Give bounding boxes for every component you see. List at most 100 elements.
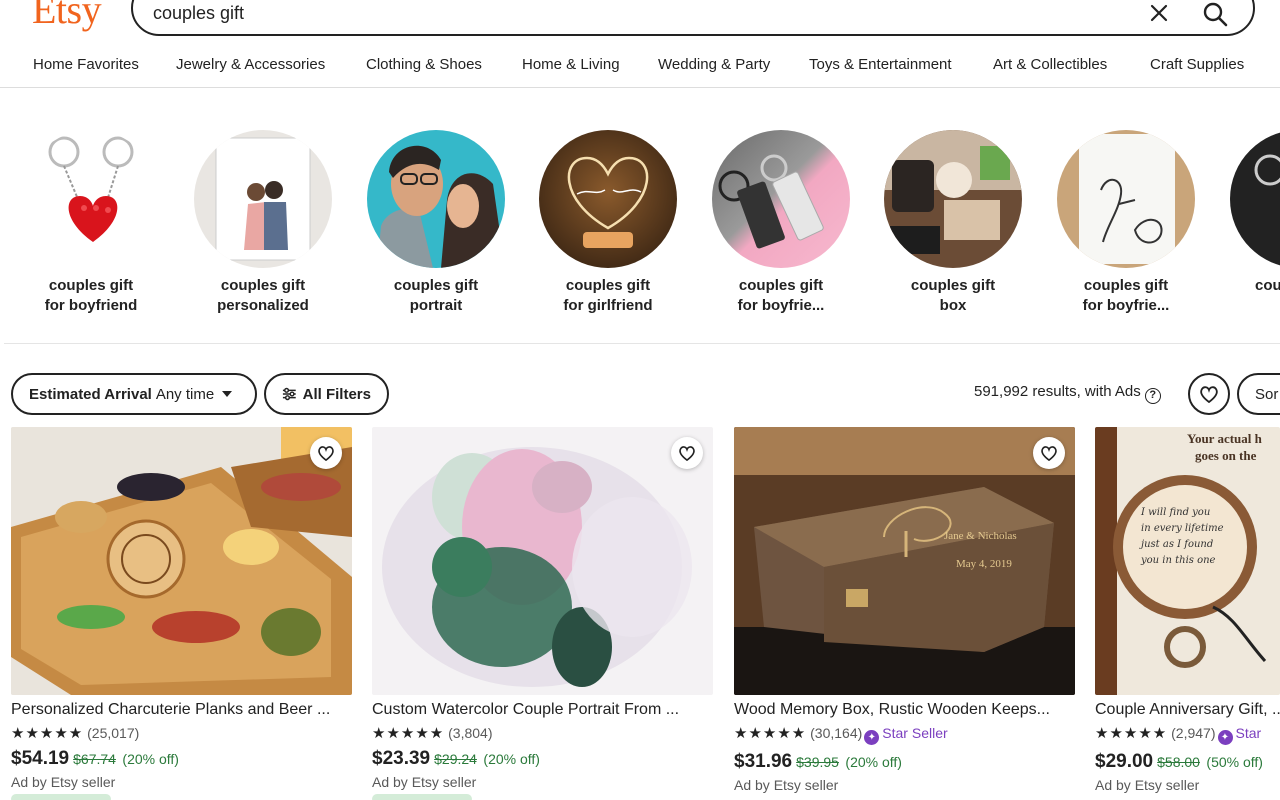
related-search-image: [1057, 130, 1195, 268]
star-rating: ★★★★★: [372, 725, 445, 742]
related-search-item[interactable]: couples gift for boyfrie...: [1046, 130, 1206, 316]
category-link[interactable]: Craft Supplies: [1150, 56, 1244, 73]
star-seller-label: Star Seller: [882, 725, 948, 741]
category-link[interactable]: Clothing & Shoes: [366, 56, 482, 73]
related-search-item[interactable]: cou: [1219, 130, 1280, 296]
listing-image[interactable]: Your actual h goes on the I will find yo…: [1095, 427, 1280, 695]
help-icon[interactable]: ?: [1144, 388, 1161, 404]
category-link[interactable]: Home Favorites: [33, 56, 139, 73]
sale-price: $23.39: [372, 748, 431, 769]
related-search-label: box: [939, 297, 967, 314]
review-count: (2,947): [1171, 725, 1216, 741]
related-search-item[interactable]: couples gift personalized: [183, 130, 343, 316]
listing-card[interactable]: Your actual h goes on the I will find yo…: [1095, 427, 1280, 793]
original-price: $39.95: [796, 754, 839, 770]
listing-card[interactable]: Custom Watercolor Couple Portrait From .…: [372, 427, 713, 800]
related-search-label: couples gift: [565, 277, 651, 294]
related-search-label: portrait: [409, 297, 463, 314]
discount: (20% off): [122, 751, 179, 767]
favorite-button[interactable]: [1033, 437, 1065, 469]
clear-search-button[interactable]: [1147, 1, 1171, 25]
star-rating: ★★★★★: [734, 725, 807, 742]
heart-icon: [1200, 386, 1218, 403]
shipping-badge: [11, 794, 111, 800]
category-link[interactable]: Art & Collectibles: [993, 56, 1107, 73]
save-search-button[interactable]: [1188, 373, 1230, 415]
related-search-item[interactable]: couples gift for boyfriend: [11, 130, 171, 316]
engraving-line: just as I found: [1139, 539, 1213, 550]
estimated-arrival-dropdown[interactable]: Estimated Arrival Any time: [11, 373, 257, 415]
listing-title[interactable]: Personalized Charcuterie Planks and Beer…: [11, 701, 352, 722]
results-text: 591,992 results, with Ads: [974, 383, 1141, 400]
related-search-label: couples gift: [738, 277, 824, 294]
star-rating: ★★★★★: [11, 725, 84, 742]
star-rating: ★★★★★: [1095, 725, 1168, 742]
category-link[interactable]: Wedding & Party: [658, 56, 770, 73]
related-search-label: couples gift: [910, 277, 996, 294]
ad-label: Ad by Etsy seller: [372, 774, 477, 790]
listing-image[interactable]: [372, 427, 713, 695]
heart-icon: [679, 446, 695, 461]
engraving-date: May 4, 2019: [956, 558, 1012, 570]
related-search-image: [22, 130, 160, 268]
engraving-line: in every lifetime: [1141, 523, 1224, 534]
related-search-item[interactable]: couples gift for girlfriend: [528, 130, 688, 316]
original-price: $29.24: [434, 751, 477, 767]
related-search-label: couples gift: [393, 277, 479, 294]
ad-label: Ad by Etsy seller: [11, 774, 116, 790]
discount: (50% off): [1206, 754, 1263, 770]
listing-price: $29.00 $58.00 (50% off): [1095, 751, 1280, 773]
related-search-label: for girlfriend: [563, 297, 653, 314]
engraving-line: you in this one: [1140, 555, 1216, 566]
related-search-label: for boyfriend: [44, 297, 138, 314]
sort-dropdown[interactable]: Sor: [1237, 373, 1280, 415]
listing-card[interactable]: Jane & Nicholas May 4, 2019 Wood Memory …: [734, 427, 1075, 793]
related-search-label: couples gift: [1083, 277, 1169, 294]
category-link[interactable]: Jewelry & Accessories: [176, 56, 325, 73]
related-search-item[interactable]: couples gift for boyfrie...: [701, 130, 861, 316]
engraving-line: I will find you: [1140, 507, 1210, 518]
favorite-button[interactable]: [671, 437, 703, 469]
category-link[interactable]: Toys & Entertainment: [809, 56, 952, 73]
sort-label: Sor: [1255, 385, 1279, 403]
category-link[interactable]: Home & Living: [522, 56, 620, 73]
listing-card[interactable]: Personalized Charcuterie Planks and Beer…: [11, 427, 352, 800]
all-filters-label: All Filters: [302, 385, 371, 403]
all-filters-button[interactable]: All Filters: [264, 373, 389, 415]
review-count: (3,804): [448, 725, 493, 741]
related-search-image: [194, 130, 332, 268]
listing-image[interactable]: [11, 427, 352, 695]
related-search-image: [884, 130, 1022, 268]
related-search-image: [367, 130, 505, 268]
search-button[interactable]: [1201, 0, 1229, 28]
related-search-item[interactable]: couples gift box: [873, 130, 1033, 316]
sale-price: $31.96: [734, 751, 793, 772]
star-seller-icon: ✦: [864, 730, 880, 745]
ad-label: Ad by Etsy seller: [734, 777, 839, 793]
listing-title[interactable]: Couple Anniversary Gift, ...: [1095, 701, 1280, 722]
listing-image[interactable]: Jane & Nicholas May 4, 2019: [734, 427, 1075, 695]
sale-price: $29.00: [1095, 751, 1154, 772]
star-seller-icon: ✦: [1217, 730, 1233, 745]
search-bar: [131, 0, 1255, 36]
related-search-image: [539, 130, 677, 268]
sale-price: $54.19: [11, 748, 70, 769]
related-search-label: for boyfrie...: [737, 297, 825, 314]
review-count: (25,017): [87, 725, 140, 741]
original-price: $67.74: [73, 751, 116, 767]
related-search-label: cou: [1255, 277, 1280, 294]
listing-rating: ★★★★★ (2,947) ✦ Star: [1095, 724, 1280, 745]
image-caption: goes on the: [1195, 448, 1257, 463]
favorite-button[interactable]: [310, 437, 342, 469]
search-input[interactable]: [153, 2, 1053, 24]
ad-label: Ad by Etsy seller: [1095, 777, 1200, 793]
listing-title[interactable]: Wood Memory Box, Rustic Wooden Keeps...: [734, 701, 1075, 722]
listing-title[interactable]: Custom Watercolor Couple Portrait From .…: [372, 701, 713, 722]
etsy-logo[interactable]: Etsy: [32, 0, 102, 33]
related-search-item[interactable]: couples gift portrait: [356, 130, 516, 316]
related-search-image: [712, 130, 850, 268]
category-nav: Home Favorites Jewelry & Accessories Clo…: [0, 48, 1280, 88]
related-search-label: for boyfrie...: [1082, 297, 1170, 314]
related-search-label: couples gift: [48, 277, 134, 294]
listing-price: $23.39 $29.24 (20% off): [372, 748, 713, 770]
